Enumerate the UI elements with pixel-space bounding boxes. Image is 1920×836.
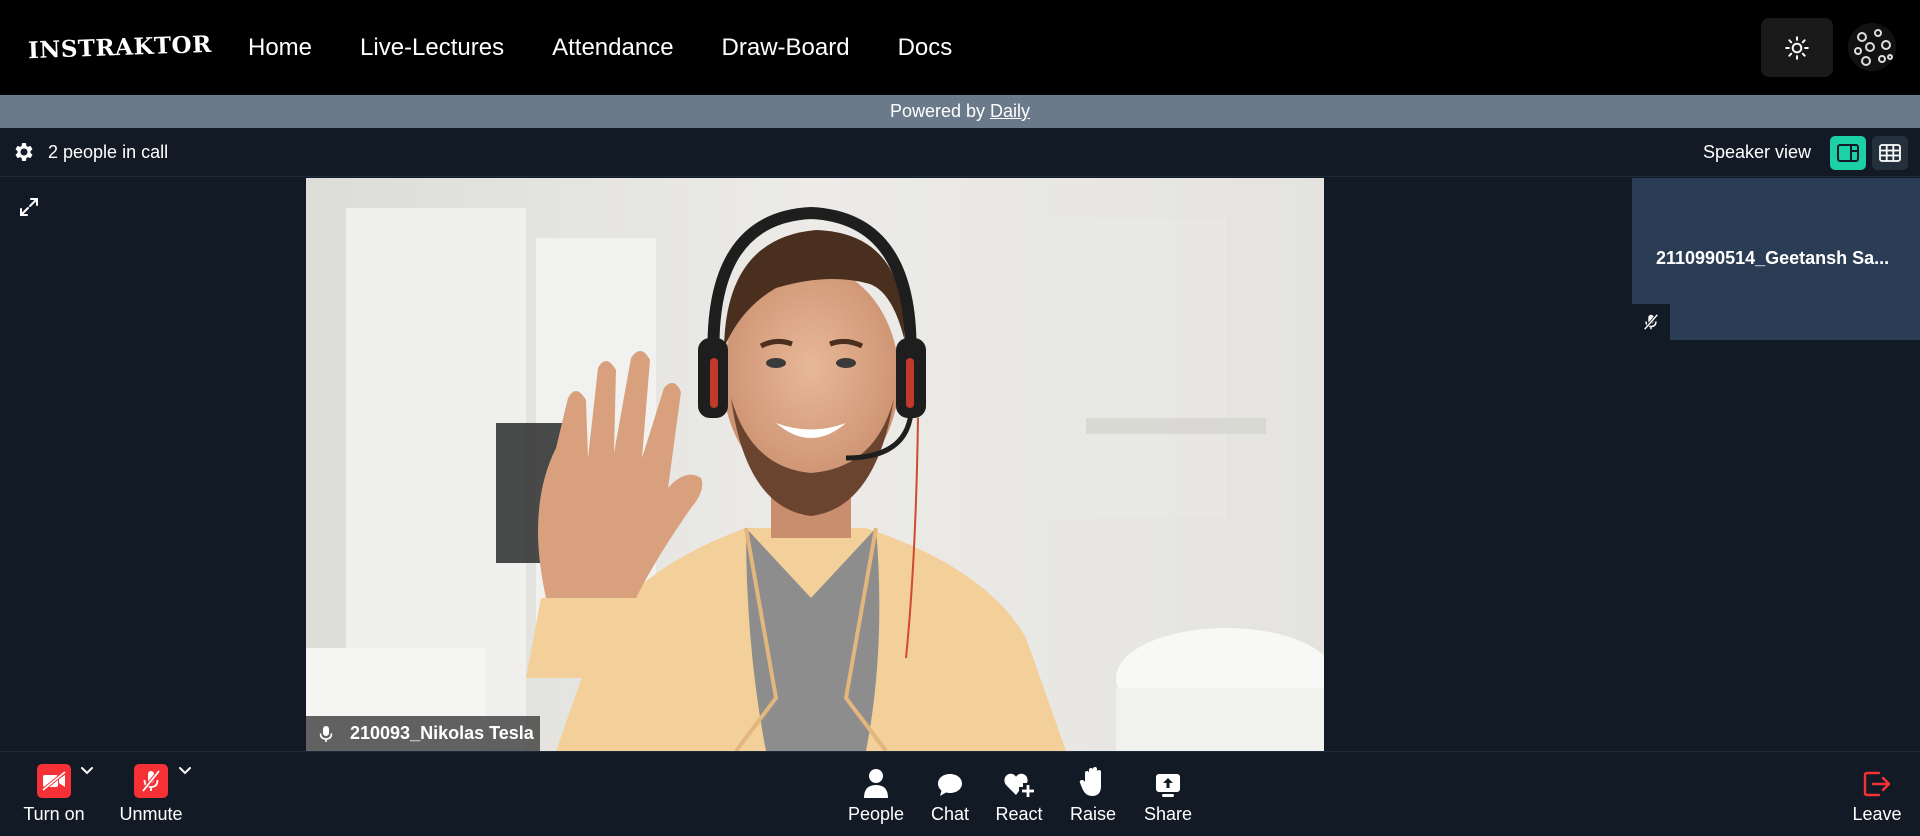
top-navbar: INSTRAKTOR Home Live-Lectures Attendance…: [0, 0, 1920, 95]
sun-icon: [1785, 35, 1809, 60]
mic-off-icon: [1643, 313, 1659, 331]
chat-button[interactable]: Chat: [927, 752, 973, 836]
call-header: 2 people in call Speaker view: [0, 128, 1920, 177]
speaker-name-tag: 210093_Nikolas Tesla: [306, 716, 540, 751]
nav-links: Home Live-Lectures Attendance Draw-Board…: [248, 0, 1000, 95]
grid-view-icon: [1879, 144, 1901, 162]
expand-icon[interactable]: [18, 196, 40, 218]
user-avatar[interactable]: [1848, 23, 1896, 71]
theme-toggle-button[interactable]: [1761, 18, 1833, 77]
people-button[interactable]: People: [844, 752, 908, 836]
chat-icon: [938, 774, 962, 796]
raise-label: Raise: [1069, 804, 1117, 824]
settings-icon[interactable]: [12, 140, 36, 164]
leave-icon: [1863, 771, 1891, 797]
share-screen-icon: [1156, 774, 1180, 797]
participant-tile[interactable]: 2110990514_Geetansh Sa...: [1632, 178, 1920, 340]
speaker-video-illustration: [306, 178, 1324, 751]
nav-link-draw-board[interactable]: Draw-Board: [722, 34, 850, 62]
mic-off-icon: [134, 764, 168, 798]
speaker-view-button[interactable]: [1830, 136, 1866, 170]
leave-call-button[interactable]: Leave: [1848, 752, 1906, 836]
grid-view-button[interactable]: [1872, 136, 1908, 170]
app-logo[interactable]: INSTRAKTOR: [28, 31, 213, 64]
share-screen-button[interactable]: Share: [1142, 752, 1194, 836]
view-mode-label: Speaker view: [1703, 142, 1812, 162]
participant-name: 2110990514_Geetansh Sa...: [1656, 248, 1890, 268]
camera-toggle-button[interactable]: Turn on: [18, 752, 90, 836]
powered-by-text: Powered by: [889, 101, 986, 121]
react-label: React: [995, 804, 1043, 824]
camera-off-icon: [37, 764, 71, 798]
speaker-view-icon: [1837, 144, 1859, 162]
mic-icon: [319, 725, 333, 742]
camera-options-chevron-down-icon[interactable]: [80, 766, 94, 776]
bottom-tray: Turn on Unmute People Chat React Raise S…: [0, 751, 1920, 835]
react-button[interactable]: React: [992, 752, 1046, 836]
camera-label: Turn on: [23, 804, 85, 824]
leave-label: Leave: [1852, 804, 1902, 824]
speaker-video[interactable]: [306, 178, 1324, 751]
chat-label: Chat: [930, 804, 970, 824]
raise-hand-button[interactable]: Raise: [1068, 752, 1118, 836]
person-icon: [864, 769, 888, 798]
nav-link-attendance[interactable]: Attendance: [552, 34, 673, 62]
mic-options-chevron-down-icon[interactable]: [178, 766, 192, 776]
nav-link-live-lectures[interactable]: Live-Lectures: [360, 34, 504, 62]
nav-link-docs[interactable]: Docs: [898, 34, 953, 62]
speaker-name: 210093_Nikolas Tesla: [350, 723, 534, 743]
nav-link-home[interactable]: Home: [248, 34, 312, 62]
heart-plus-icon: [1004, 773, 1034, 797]
powered-by-banner: Powered by Daily: [0, 95, 1920, 128]
participant-mute-indicator: [1632, 304, 1670, 340]
share-label: Share: [1143, 804, 1193, 824]
daily-link[interactable]: Daily: [990, 101, 1030, 121]
mic-toggle-button[interactable]: Unmute: [114, 752, 188, 836]
hand-icon: [1079, 767, 1101, 796]
people-count: 2 people in call: [48, 142, 169, 162]
people-label: People: [847, 804, 905, 824]
avatar-pattern-icon: [1848, 23, 1896, 71]
mic-label: Unmute: [119, 804, 183, 824]
